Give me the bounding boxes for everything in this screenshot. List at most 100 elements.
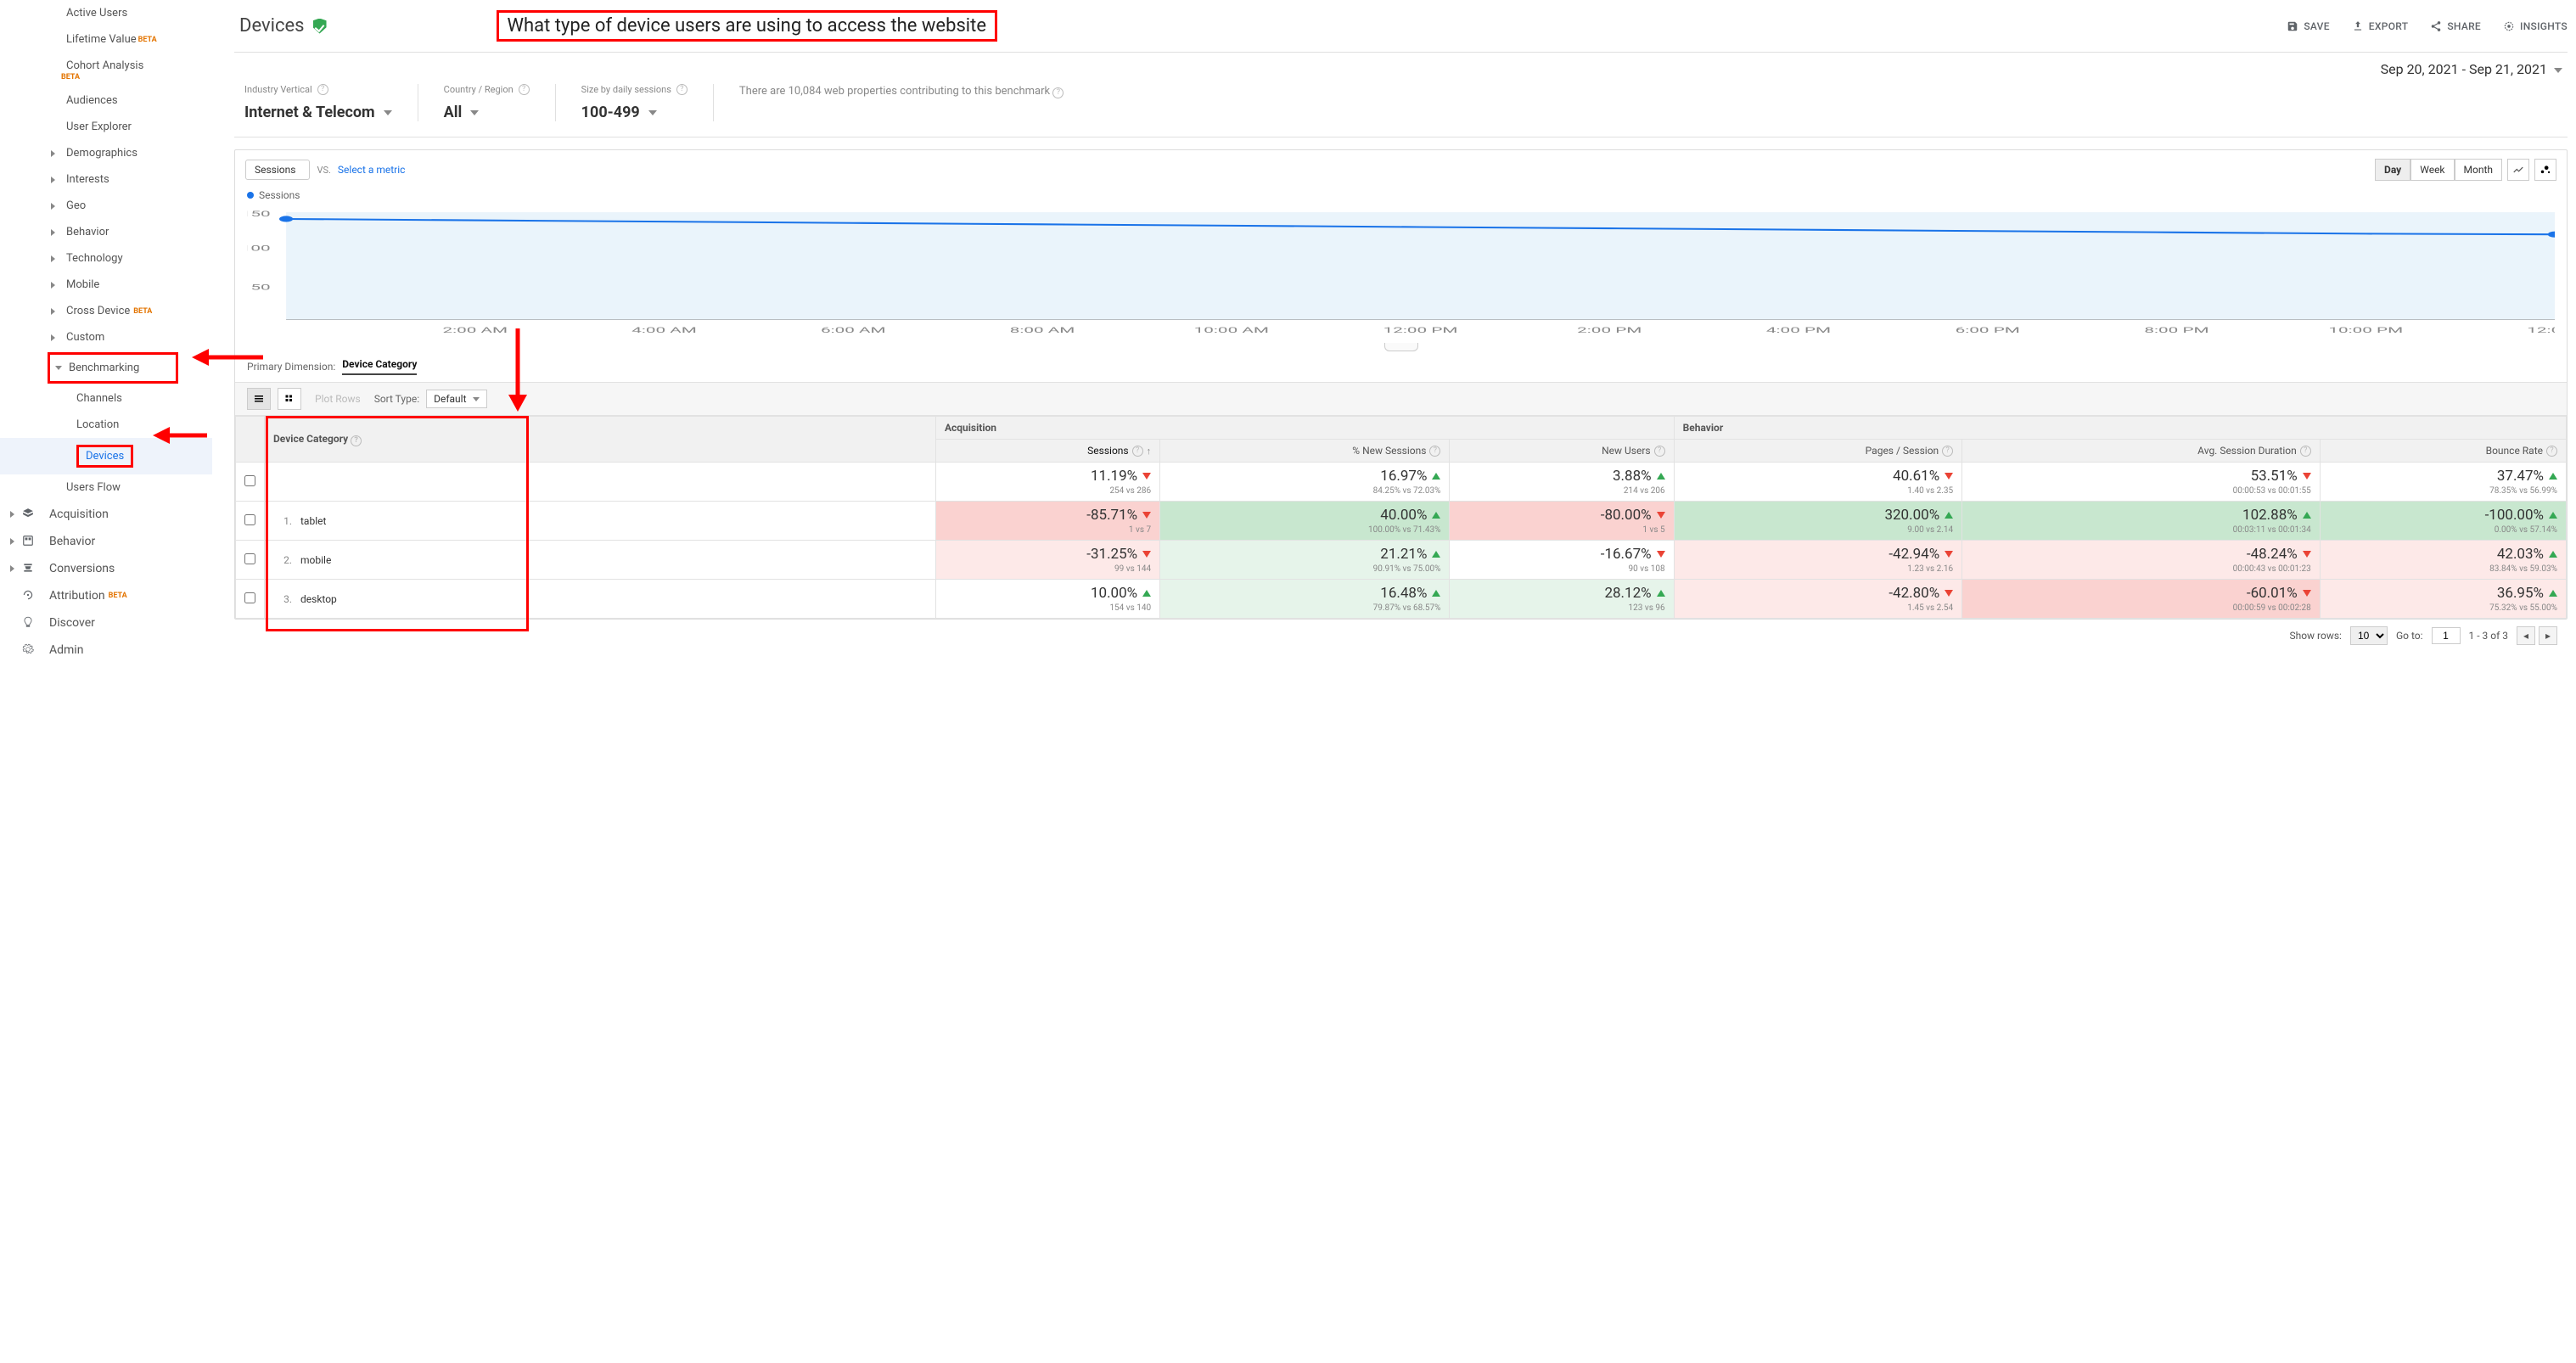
- arrow-up-icon: [1657, 473, 1665, 480]
- nav-admin[interactable]: Admin: [0, 637, 212, 664]
- nav-technology[interactable]: Technology: [0, 245, 212, 272]
- nav-interests[interactable]: Interests: [0, 166, 212, 193]
- col-avg-duration[interactable]: Avg. Session Duration?: [1962, 440, 2321, 463]
- col-new-sessions[interactable]: % New Sessions?: [1160, 440, 1450, 463]
- nav-acquisition[interactable]: Acquisition: [0, 501, 212, 528]
- metric-selector[interactable]: Sessions: [245, 160, 310, 180]
- select-all-checkbox[interactable]: [244, 475, 255, 486]
- nav-behavior[interactable]: Behavior: [0, 528, 212, 555]
- legend-dot-icon: [247, 192, 254, 199]
- nav-conversions[interactable]: Conversions: [0, 555, 212, 582]
- chart-type-motion-button[interactable]: [2534, 159, 2556, 181]
- nav-custom[interactable]: Custom: [0, 324, 212, 351]
- label: SHARE: [2447, 20, 2481, 32]
- insights-button[interactable]: INSIGHTS: [2503, 20, 2568, 32]
- acquisition-icon: [22, 508, 36, 521]
- dropdown-icon: [2554, 68, 2562, 73]
- pd-value[interactable]: Device Category: [342, 358, 417, 375]
- row-checkbox[interactable]: [244, 553, 255, 564]
- view-table-button[interactable]: [247, 388, 271, 410]
- help-icon[interactable]: ?: [317, 84, 328, 95]
- cfg-note-text: There are 10,084 web properties contribu…: [739, 85, 1050, 98]
- nav-demographics[interactable]: Demographics: [0, 140, 212, 166]
- nav-benchmarking[interactable]: Benchmarking: [48, 352, 178, 384]
- vertical-dropdown[interactable]: Internet & Telecom: [244, 104, 392, 121]
- period-week[interactable]: Week: [2410, 159, 2454, 181]
- help-icon[interactable]: ?: [676, 84, 687, 95]
- metric-cell: 10.00%154 vs 140: [935, 580, 1159, 619]
- nav-lifetime-value[interactable]: Lifetime ValueBETA: [0, 26, 212, 53]
- help-icon[interactable]: ?: [519, 84, 530, 95]
- col-bounce-rate[interactable]: Bounce Rate?: [2320, 440, 2566, 463]
- caret-icon: [10, 511, 14, 518]
- checkbox-cell: [236, 463, 265, 502]
- nav-audiences[interactable]: Audiences: [0, 87, 212, 114]
- help-icon[interactable]: ?: [351, 435, 362, 446]
- metric-cell: -100.00%0.00% vs 57.14%: [2320, 502, 2566, 541]
- chart-type-line-button[interactable]: [2507, 159, 2529, 181]
- region-dropdown[interactable]: All: [444, 104, 530, 121]
- nav-users-flow[interactable]: Users Flow: [0, 474, 212, 501]
- nav-behavior-sub[interactable]: Behavior: [0, 219, 212, 245]
- primary-dimension-row: Primary Dimension: Device Category: [235, 351, 2567, 382]
- nav-geo[interactable]: Geo: [0, 193, 212, 219]
- sort-type-select[interactable]: Default: [426, 390, 486, 408]
- view-pivot-button[interactable]: [278, 388, 301, 410]
- nav-user-explorer[interactable]: User Explorer: [0, 114, 212, 140]
- col-label: Sessions: [1087, 445, 1128, 457]
- nav-cohort-analysis[interactable]: Cohort AnalysisBETA: [0, 53, 212, 79]
- help-icon: ?: [1132, 446, 1143, 457]
- select-metric-link[interactable]: Select a metric: [338, 164, 406, 176]
- row-checkbox[interactable]: [244, 514, 255, 525]
- metric-cell: 40.61%1.40 vs 2.35: [1674, 463, 1962, 502]
- show-rows-select[interactable]: 10: [2350, 626, 2388, 645]
- table-toolbar: Plot Rows Sort Type: Default: [235, 382, 2567, 416]
- goto-input[interactable]: [2432, 627, 2461, 644]
- caret-icon: [51, 150, 55, 157]
- nav-cross-device[interactable]: Cross DeviceBETA: [0, 298, 212, 324]
- row-checkbox[interactable]: [244, 592, 255, 603]
- prev-page-button[interactable]: ◂: [2517, 626, 2535, 645]
- nav-discover[interactable]: Discover: [0, 609, 212, 637]
- period-month[interactable]: Month: [2455, 159, 2502, 181]
- period-day[interactable]: Day: [2375, 159, 2410, 181]
- checkbox-cell: [236, 541, 265, 580]
- date-range-picker[interactable]: Sep 20, 2021 - Sep 21, 2021: [2381, 61, 2562, 77]
- sidebar: Active Users Lifetime ValueBETA Cohort A…: [0, 0, 212, 664]
- group-behavior: Behavior: [1674, 417, 2566, 440]
- cfg-value-text: All: [444, 104, 463, 121]
- page-title: Devices: [239, 15, 305, 36]
- arrow-down-icon: [2303, 551, 2311, 558]
- col-sessions[interactable]: Sessions?↑: [935, 440, 1159, 463]
- sort-value: Default: [434, 393, 466, 405]
- col-device-category[interactable]: Device Category ?: [265, 417, 936, 463]
- col-new-users[interactable]: New Users?: [1450, 440, 1674, 463]
- nav-label: Attribution: [49, 589, 105, 603]
- next-page-button[interactable]: ▸: [2539, 626, 2557, 645]
- metric-cell: -31.25%99 vs 144: [935, 541, 1159, 580]
- help-icon: ?: [1654, 446, 1665, 457]
- col-label: Avg. Session Duration: [2197, 445, 2297, 457]
- export-button[interactable]: EXPORT: [2352, 20, 2409, 32]
- nav-attribution[interactable]: AttributionBETA: [0, 582, 212, 609]
- arrow-down-icon: [1142, 512, 1151, 519]
- main-content: Devices What type of device users are us…: [212, 0, 2576, 664]
- share-button[interactable]: SHARE: [2430, 20, 2481, 32]
- svg-text:6:00 PM: 6:00 PM: [1956, 325, 2020, 334]
- help-icon: ?: [2300, 446, 2311, 457]
- annotation-box: What type of device users are using to a…: [497, 10, 998, 42]
- device-name-cell[interactable]: 2.mobile: [265, 541, 936, 580]
- expand-handle[interactable]: [1384, 343, 1418, 351]
- save-button[interactable]: SAVE: [2287, 20, 2329, 32]
- device-name-cell[interactable]: 1.tablet: [265, 502, 936, 541]
- col-pages-session[interactable]: Pages / Session?: [1674, 440, 1962, 463]
- size-dropdown[interactable]: 100-499: [581, 104, 687, 121]
- dropdown-icon: [648, 110, 657, 115]
- nav-active-users[interactable]: Active Users: [0, 0, 212, 26]
- nav-channels[interactable]: Channels: [0, 385, 212, 412]
- nav-mobile[interactable]: Mobile: [0, 272, 212, 298]
- help-icon[interactable]: ?: [1052, 87, 1064, 98]
- arrow-down-icon: [1142, 473, 1151, 480]
- arrow-up-icon: [2303, 512, 2311, 519]
- device-name-cell[interactable]: 3.desktop: [265, 580, 936, 619]
